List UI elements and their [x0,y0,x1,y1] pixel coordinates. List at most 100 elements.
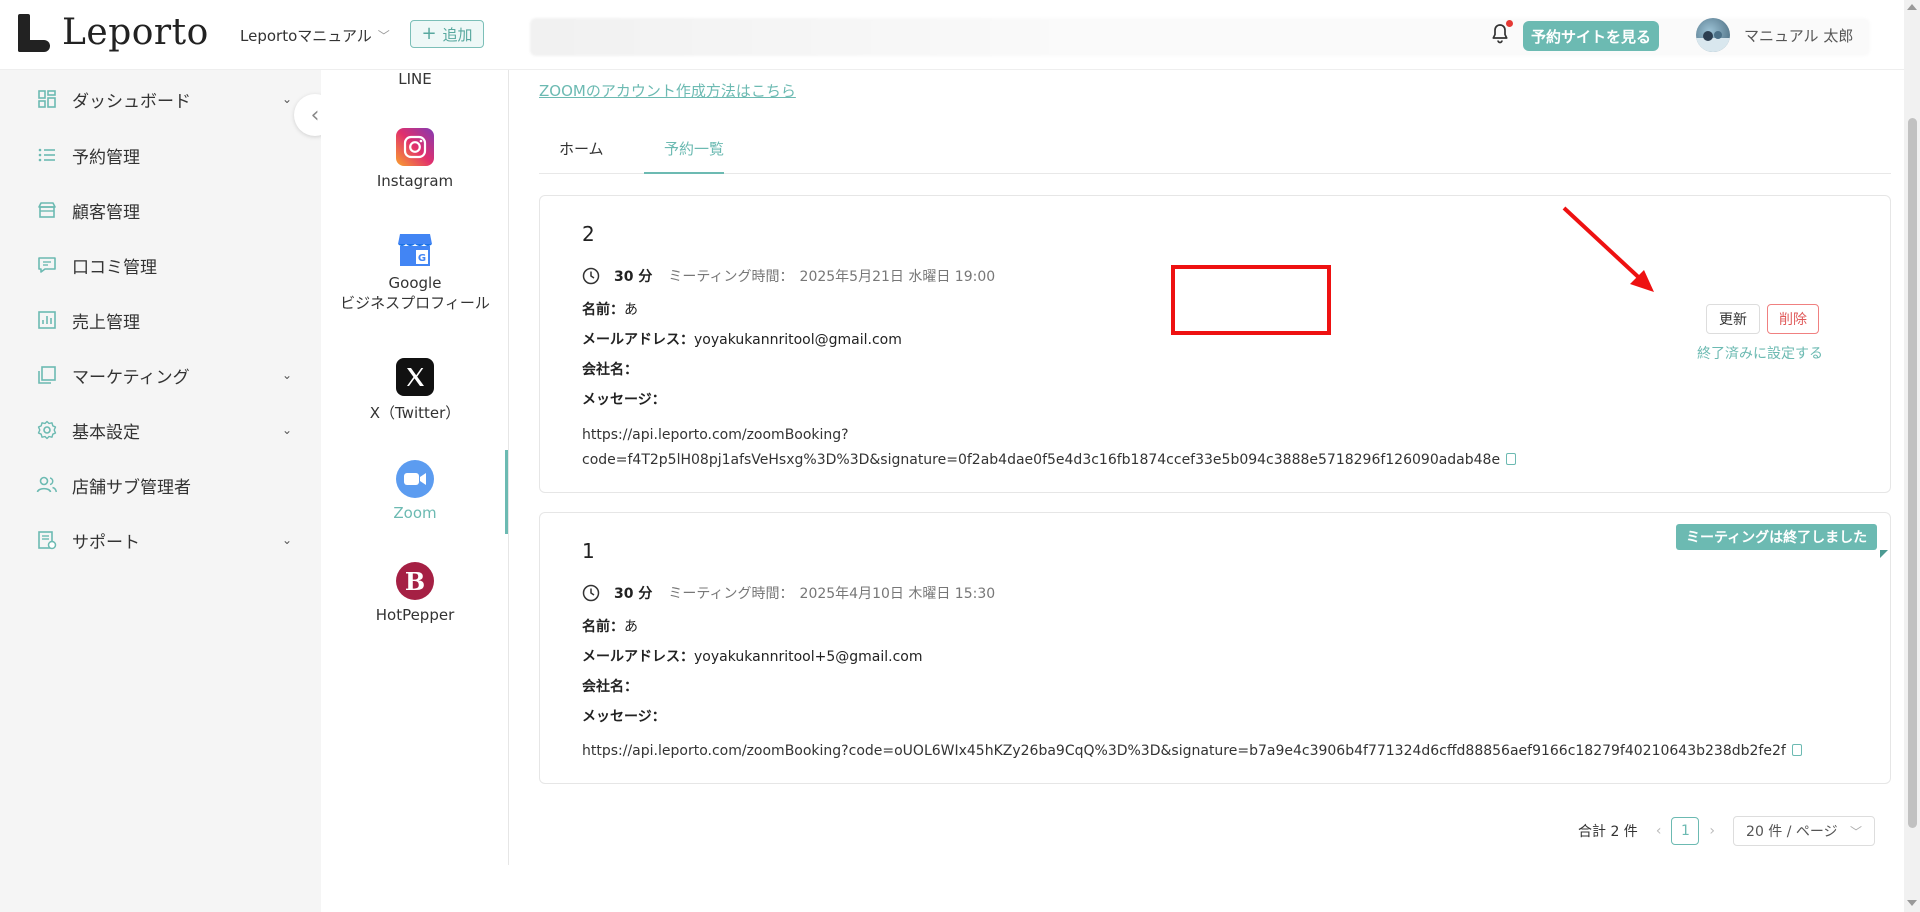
logo-text: Leporto [62,12,209,53]
prev-page-icon[interactable]: ‹ [1656,823,1662,839]
x-twitter-icon [396,358,434,396]
sidebar-item-sales[interactable]: 売上管理 [36,305,292,335]
integration-zoom[interactable]: Zoom [321,460,509,522]
sidebar-item-settings[interactable]: 基本設定 ⌄ [36,415,292,445]
field-label: 会社名： [582,679,638,695]
booking-email-field: メールアドレス：yoyakukannritool@gmail.com [582,329,902,349]
booking-message-field: メッセージ： [582,389,666,409]
booking-email-field: メールアドレス：yoyakukannritool+5@gmail.com [582,646,922,666]
store-selector[interactable]: Leportoマニュアル ﹀ [240,25,390,46]
integration-google[interactable]: G Google ビジネスプロフィール [321,230,509,313]
booking-card: 2 30 分 ミーティング時間： 2025年5月21日 水曜日 19:00 名前… [539,195,1891,493]
meeting-ended-badge: ミーティングは終了しました [1676,524,1878,550]
booking-url-line1: https://api.leporto.com/zoomBooking? [582,427,849,443]
field-value: あ [624,302,638,318]
active-indicator [505,450,508,534]
integration-sublabel: ビジネスプロフィール [340,294,490,312]
tab-home[interactable]: ホーム [559,138,604,159]
sidebar-item-label: 売上管理 [72,312,140,333]
booking-number: 1 [582,539,595,563]
booking-company-field: 会社名： [582,359,638,379]
google-business-icon: G [396,230,434,268]
sidebar-item-marketing[interactable]: マーケティング ⌄ [36,360,292,390]
sidebar-item-customers[interactable]: 顧客管理 [36,195,292,225]
field-label: メールアドレス： [582,649,694,665]
sidebar-item-reservations[interactable]: 予約管理 [36,140,292,170]
meeting-time-label: ミーティング時間： [668,586,794,602]
clock-icon [582,267,600,285]
sidebar-item-support[interactable]: サポート ⌄ [36,525,292,555]
field-value: yoyakukannritool+5@gmail.com [694,649,923,665]
svg-text:G: G [418,253,426,264]
annotation-highlight-box [1171,265,1331,335]
scroll-thumb[interactable] [1908,118,1917,828]
field-label: 名前： [582,302,624,318]
view-booking-site-button[interactable]: 予約サイトを見る [1523,21,1659,51]
zoom-account-guide-link[interactable]: ZOOMのアカウント作成方法はこちら [539,80,796,101]
field-label: 会社名： [582,362,638,378]
booking-card: 1 30 分 ミーティング時間： 2025年4月10日 木曜日 15:30 名前… [539,512,1891,784]
page-scrollbar[interactable] [1904,0,1920,912]
avatar[interactable] [1696,18,1730,52]
sidebar-item-label: サポート [72,532,140,553]
booking-meta: 30 分 ミーティング時間： 2025年5月21日 水曜日 19:00 [582,266,995,286]
booking-number: 2 [582,222,595,246]
page-size-value: 20 件 / ページ [1746,824,1838,840]
sidebar: ダッシュボード ⌄ 予約管理 顧客管理 口コミ管理 売上管理 マーケティング ⌄ [0,70,321,912]
integration-line[interactable]: LINE [321,70,509,88]
pagination: 合計 2 件 ‹ 1 › 20 件 / ページ ﹀ [1578,816,1876,846]
comment-icon [36,254,58,276]
tab-booking-list[interactable]: 予約一覧 [664,138,724,159]
sidebar-item-sub-admins[interactable]: 店舗サブ管理者 [36,470,292,500]
sidebar-item-dashboard[interactable]: ダッシュボード ⌄ [36,84,292,114]
sidebar-item-label: ダッシュボード [72,91,191,112]
booking-message-field: メッセージ： [582,706,666,726]
notification-dot [1506,20,1513,27]
next-page-icon[interactable]: › [1709,823,1715,839]
meeting-time-label: ミーティング時間： [668,269,794,285]
top-header: Leporto Leportoマニュアル ﹀ + 追加 予約サイトを見る マニュ… [0,0,1920,70]
sidebar-item-label: 口コミ管理 [72,257,157,278]
booking-name-field: 名前：あ [582,616,638,636]
leporto-logo[interactable]: Leporto [18,12,209,53]
copy-icon[interactable] [1791,744,1802,756]
integration-twitter[interactable]: X（Twitter） [321,358,509,423]
chart-icon [36,309,58,331]
clock-icon [582,584,600,602]
user-name[interactable]: マニュアル 太郎 [1744,25,1853,46]
sidebar-item-reviews[interactable]: 口コミ管理 [36,250,292,280]
meeting-time-value: 2025年5月21日 水曜日 19:00 [799,269,996,285]
tab-bar: ホーム 予約一覧 [539,122,1891,174]
integration-hotpepper[interactable]: B HotPepper [321,562,509,624]
mark-finished-button[interactable]: 終了済みに設定する [1680,338,1840,368]
sidebar-item-label: 基本設定 [72,422,140,443]
page-number-button[interactable]: 1 [1671,817,1700,845]
field-label: メッセージ： [582,392,666,408]
add-button[interactable]: + 追加 [410,20,484,48]
copy-icon[interactable] [1506,453,1517,465]
integration-list: LINE Instagram G Google ビジネスプロフィール X（Twi… [321,70,509,865]
scroll-down-icon[interactable] [1907,900,1917,906]
chevron-down-icon: ⌄ [281,423,292,437]
update-button[interactable]: 更新 [1706,304,1760,334]
instagram-icon [396,128,434,166]
chevron-down-icon: ﹀ [1850,824,1863,839]
sidebar-item-label: 顧客管理 [72,202,140,223]
booking-company-field: 会社名： [582,676,638,696]
delete-button[interactable]: 削除 [1767,304,1819,334]
avatar-image-icon [1696,31,1730,52]
logo-mark-icon [18,13,52,52]
chevron-down-icon: ⌄ [281,533,292,547]
dashboard-icon [36,88,58,110]
scroll-up-icon[interactable] [1907,4,1917,10]
page-size-select[interactable]: 20 件 / ページ ﹀ [1733,816,1876,846]
booking-meta: 30 分 ミーティング時間： 2025年4月10日 木曜日 15:30 [582,583,995,603]
booking-url: https://api.leporto.com/zoomBooking? cod… [582,423,1517,473]
booking-duration: 30 分 [614,586,653,602]
sidebar-item-label: 店舗サブ管理者 [72,477,191,498]
users-icon [36,474,58,496]
gear-icon [36,419,58,441]
integration-instagram[interactable]: Instagram [321,128,509,190]
store-name: Leportoマニュアル [240,27,372,45]
field-label: メッセージ： [582,709,666,725]
